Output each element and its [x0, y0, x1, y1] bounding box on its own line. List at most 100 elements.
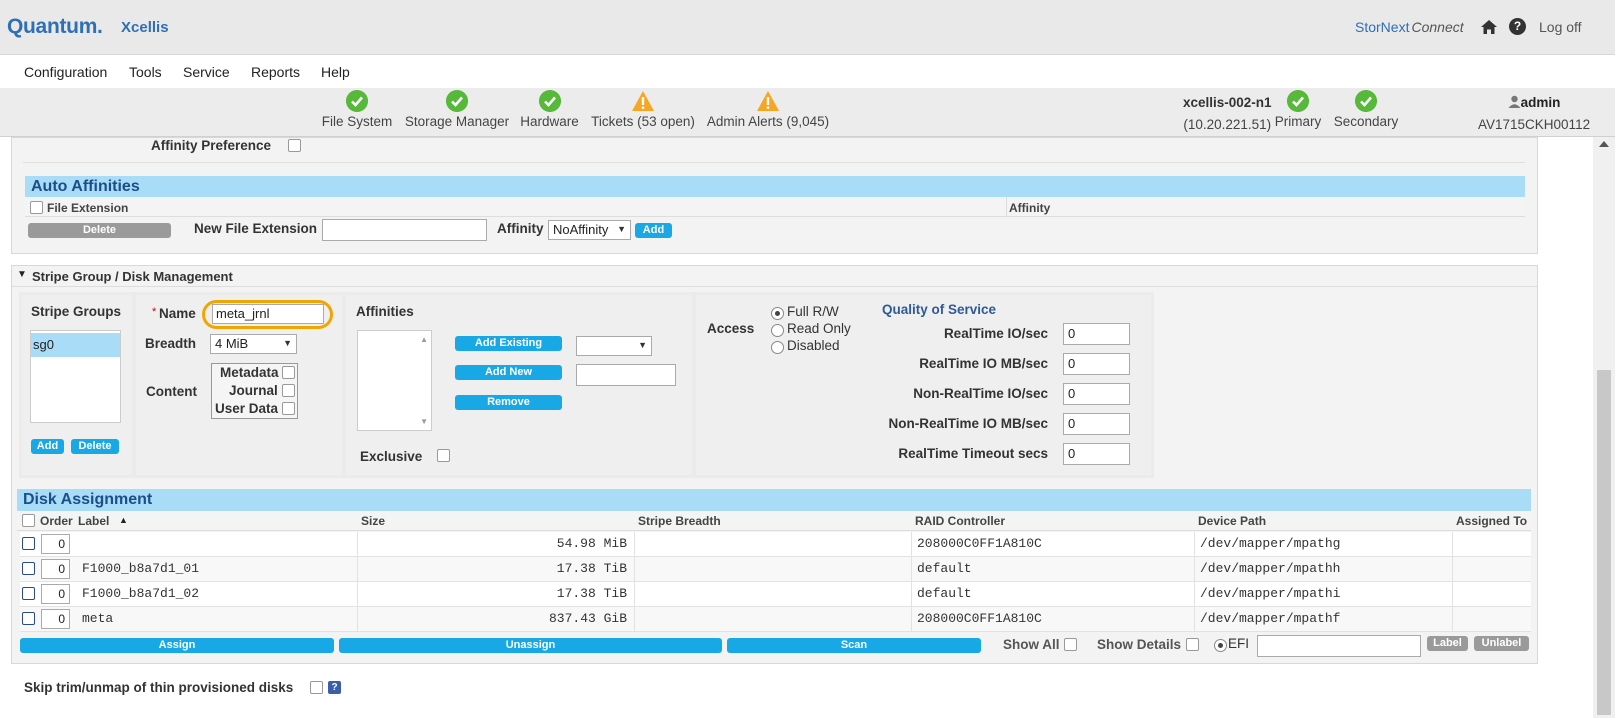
affinities-list[interactable]: ▲ ▼	[357, 330, 432, 431]
assign-button[interactable]: Assign	[20, 638, 334, 653]
scroll-up-arrow-icon[interactable]	[1599, 141, 1609, 147]
menu-configuration[interactable]: Configuration	[24, 64, 107, 80]
home-icon[interactable]	[1480, 18, 1498, 36]
help-icon[interactable]: ?	[1509, 18, 1526, 35]
qos-timeout-input[interactable]: 0	[1063, 443, 1130, 465]
add-stripe-group-button[interactable]: Add	[31, 439, 64, 454]
stripe-group-item[interactable]: sg0	[31, 333, 120, 357]
table-row[interactable]: 0 meta 837.43 GiB 208000C0FF1A810C /dev/…	[20, 607, 1531, 632]
skip-trim-checkbox[interactable]	[310, 681, 323, 694]
existing-affinity-select[interactable]	[576, 336, 652, 356]
scan-button[interactable]: Scan	[727, 638, 981, 653]
qos-realtime-mbsec-input[interactable]: 0	[1063, 353, 1130, 375]
table-row[interactable]: 0 F1000_b8a7d1_02 17.38 TiB default /dev…	[20, 582, 1531, 607]
status-hardware[interactable]: Hardware	[519, 90, 580, 129]
qos-value: 0	[1068, 416, 1076, 431]
qos-realtime-iosec-input[interactable]: 0	[1063, 323, 1130, 345]
cell-divider	[1194, 582, 1195, 607]
user-icon	[1508, 95, 1521, 108]
add-existing-button[interactable]: Add Existing	[455, 336, 562, 351]
order-column[interactable]: Order	[40, 514, 73, 528]
order-input[interactable]: 0	[41, 559, 70, 579]
status-file-system[interactable]: File System	[320, 90, 394, 129]
access-full-rw-radio[interactable]	[771, 307, 784, 320]
name-input[interactable]: meta_jrnl	[212, 304, 324, 324]
collapse-triangle-icon[interactable]: ▼	[17, 269, 27, 280]
user-name: admin	[1520, 95, 1561, 110]
status-tickets[interactable]: Tickets (53 open)	[589, 90, 697, 129]
scrollbar-thumb[interactable]	[1597, 370, 1611, 715]
label-button[interactable]: Label	[1427, 636, 1468, 651]
access-read-only-radio[interactable]	[771, 324, 784, 337]
content-metadata-checkbox[interactable]	[282, 366, 295, 379]
status-admin-alerts[interactable]: Admin Alerts (9,045)	[705, 90, 831, 129]
stripe-breadth-column[interactable]: Stripe Breadth	[638, 514, 721, 528]
affinity-preference-checkbox[interactable]	[288, 139, 301, 152]
delete-stripe-group-button[interactable]: Delete	[71, 439, 119, 454]
show-all-checkbox[interactable]	[1064, 638, 1077, 651]
add-extension-button[interactable]: Add	[635, 223, 672, 238]
new-affinity-input[interactable]	[576, 364, 676, 386]
unassign-button[interactable]: Unassign	[339, 638, 722, 653]
select-all-extensions-checkbox[interactable]	[30, 201, 43, 214]
order-input[interactable]: 0	[41, 534, 70, 554]
row-checkbox[interactable]	[22, 587, 35, 600]
unlabel-button[interactable]: Unlabel	[1474, 636, 1529, 651]
menu-service[interactable]: Service	[183, 64, 230, 80]
content-userdata-checkbox[interactable]	[282, 402, 295, 415]
status-storage-manager[interactable]: Storage Manager	[403, 90, 511, 129]
table-row[interactable]: 0 54.98 MiB 208000C0FF1A810C /dev/mapper…	[20, 532, 1531, 557]
menu-tools[interactable]: Tools	[129, 64, 162, 80]
menu-reports[interactable]: Reports	[251, 64, 300, 80]
delete-extension-button[interactable]: Delete	[28, 223, 171, 238]
efi-radio[interactable]	[1214, 639, 1227, 652]
stornext-connect-logo[interactable]: StorNext Connect	[1355, 19, 1464, 35]
qos-nonrealtime-mbsec-input[interactable]: 0	[1063, 413, 1130, 435]
affinity-select[interactable]: NoAffinity	[548, 220, 631, 240]
file-extension-column: File Extension	[47, 201, 129, 215]
help-question-icon[interactable]: ?	[328, 681, 341, 694]
auto-affinities-header: Auto Affinities	[25, 176, 1525, 197]
stripe-section-header[interactable]: ▼ Stripe Group / Disk Management	[12, 266, 1537, 287]
row-checkbox[interactable]	[22, 537, 35, 550]
list-scroll-down-icon[interactable]: ▼	[420, 417, 428, 426]
cell-divider	[1194, 607, 1195, 632]
add-new-button[interactable]: Add New	[455, 365, 562, 380]
content-journal-checkbox[interactable]	[282, 384, 295, 397]
table-row[interactable]: 0 F1000_b8a7d1_01 17.38 TiB default /dev…	[20, 557, 1531, 582]
breadth-select-value: 4 MiB	[215, 336, 249, 351]
exclusive-checkbox[interactable]	[437, 449, 450, 462]
list-scroll-up-icon[interactable]: ▲	[420, 335, 428, 344]
order-input[interactable]: 0	[41, 584, 70, 604]
content-journal-label: Journal	[229, 383, 278, 398]
order-input[interactable]: 0	[41, 609, 70, 629]
select-all-disks-checkbox[interactable]	[22, 514, 35, 527]
stripe-groups-list[interactable]: sg0	[30, 330, 121, 423]
user-info[interactable]: admin AV1715CKH00112	[1478, 92, 1590, 136]
access-disabled-radio[interactable]	[771, 341, 784, 354]
menu-help[interactable]: Help	[321, 64, 350, 80]
device-path-column[interactable]: Device Path	[1198, 514, 1266, 528]
cell-divider	[911, 582, 912, 607]
check-circle-icon	[446, 90, 468, 112]
cell-divider	[357, 582, 358, 607]
show-details-checkbox[interactable]	[1186, 638, 1199, 651]
logoff-link[interactable]: Log off	[1539, 19, 1582, 35]
row-checkbox[interactable]	[22, 562, 35, 575]
assigned-to-column[interactable]: Assigned To	[1456, 514, 1527, 528]
breadth-select[interactable]: 4 MiB	[210, 334, 297, 354]
size-column[interactable]: Size	[361, 514, 385, 528]
disk-label-input[interactable]	[1257, 635, 1421, 657]
remove-affinity-button[interactable]: Remove	[455, 395, 562, 410]
qos-nonrealtime-iosec-input[interactable]: 0	[1063, 383, 1130, 405]
status-secondary[interactable]: Secondary	[1331, 90, 1401, 129]
status-primary[interactable]: Primary	[1272, 90, 1324, 129]
new-file-extension-input[interactable]	[322, 219, 487, 241]
raid-controller-column[interactable]: RAID Controller	[915, 514, 1005, 528]
order-value: 0	[58, 612, 65, 626]
page-scrollbar[interactable]	[1593, 137, 1615, 718]
sort-ascending-icon: ▲	[119, 515, 128, 525]
row-checkbox[interactable]	[22, 612, 35, 625]
affinity-preference-label: Affinity Preference	[151, 138, 272, 153]
label-column[interactable]: Label	[78, 514, 109, 528]
